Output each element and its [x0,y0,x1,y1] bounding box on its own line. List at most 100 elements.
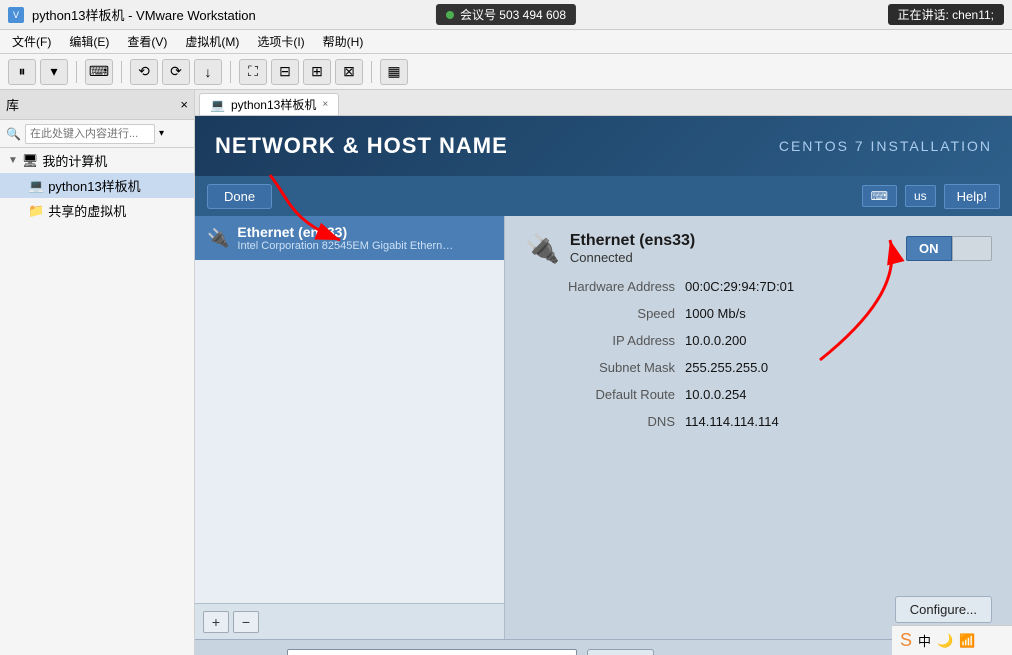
menu-vm[interactable]: 虚拟机(M) [177,31,247,52]
gateway-label: Default Route [525,387,685,402]
tab-vm[interactable]: 💻 python13样板机 × [199,93,339,115]
taskbar: S 中 🌙 📶 [892,625,1012,655]
tab-close-icon[interactable]: × [322,99,328,110]
detail-row-speed: Speed 1000 Mb/s [525,304,992,323]
detail-row-dns: DNS 114.114.114.114 [525,412,992,431]
toolbar-btn-7[interactable]: ⊞ [303,59,331,85]
sidebar-search-bar: 🔍 ▾ [0,120,194,148]
toolbar: ⏸ ▾ ⌨ ⟲ ⟳ ↓ ⛶ ⊟ ⊞ ⊠ ▦ [0,54,1012,90]
vm-icon: V [8,7,24,23]
taskbar-icon-wifi: 📶 [959,633,975,649]
network-item-info: Ethernet (ens33) Intel Corporation 82545… [237,224,492,252]
sidebar-item-shared[interactable]: 📁 共享的虚拟机 [0,198,194,223]
meeting-dot [446,11,454,19]
sidebar-item-shared-label: 共享的虚拟机 [48,201,126,220]
network-list: 🔌 Ethernet (ens33) Intel Corporation 825… [195,216,505,639]
title-bar: V python13样板机 - VMware Workstation 会议号 5… [0,0,1012,30]
keyboard-lang[interactable]: us [905,185,936,207]
taskbar-icon-moon: 🌙 [937,633,953,649]
hw-addr-label: Hardware Address [525,279,685,294]
menu-bar: 文件(F) 编辑(E) 查看(V) 虚拟机(M) 选项卡(I) 帮助(H) [0,30,1012,54]
tab-bar: 💻 python13样板机 × [195,90,1012,116]
network-list-item[interactable]: 🔌 Ethernet (ens33) Intel Corporation 825… [195,216,504,260]
ip-value: 10.0.0.200 [685,333,746,348]
sidebar-header: 库 × [0,90,194,120]
detail-header: 🔌 Ethernet (ens33) Connected ON [525,232,992,265]
toolbar-btn-5[interactable]: ↓ [194,59,222,85]
sidebar-item-vm-label: python13样板机 [48,176,141,195]
speed-label: Speed [525,306,685,321]
toolbar-sep-3 [230,61,231,83]
toolbar-dropdown[interactable]: ▾ [40,59,68,85]
network-item-desc: Intel Corporation 82545EM Gigabit Ethern… [237,240,457,252]
taskbar-icon-chinese: 中 [918,631,931,650]
detail-name: Ethernet (ens33) [570,232,695,250]
sidebar-close-icon[interactable]: × [180,97,188,112]
toggle-on-button[interactable]: ON [906,236,952,261]
speaking-label: 正在讲话: chen11; [898,8,994,22]
content-area: 💻 python13样板机 × NETWORK & HOST NAME CENT… [195,90,1012,655]
title-left: V python13样板机 - VMware Workstation [8,5,256,24]
search-input[interactable] [25,124,155,144]
menu-tabs[interactable]: 选项卡(I) [249,31,312,52]
done-button[interactable]: Done [207,184,272,209]
toolbar-btn-6[interactable]: ⊟ [271,59,299,85]
gateway-value: 10.0.0.254 [685,387,746,402]
toggle-off-button[interactable] [952,236,992,261]
toolbar-pause[interactable]: ⏸ [8,59,36,85]
remove-network-button[interactable]: − [233,611,259,633]
subnet-label: Subnet Mask [525,360,685,375]
subnet-value: 255.255.255.0 [685,360,768,375]
detail-ethernet-icon: 🔌 [525,232,560,265]
vm-item-icon: 💻 [28,178,44,194]
menu-file[interactable]: 文件(F) [4,31,59,52]
network-detail: 🔌 Ethernet (ens33) Connected ON [505,216,1012,639]
keyboard-icon: ⌨ [862,185,897,207]
tab-icon: 💻 [210,98,225,112]
detail-status: Connected [570,250,695,265]
shared-icon: 📁 [28,203,44,219]
toolbar-btn-8[interactable]: ⊠ [335,59,363,85]
speed-value: 1000 Mb/s [685,306,746,321]
ethernet-icon: 🔌 [207,228,229,249]
sidebar-item-vm[interactable]: 💻 python13样板机 [0,173,194,198]
network-item-name: Ethernet (ens33) [237,224,492,240]
dns-label: DNS [525,414,685,429]
toolbar-sep-2 [121,61,122,83]
hostname-bar: Host name: Apply Current host name: loca… [195,639,1012,655]
network-content: 🔌 Ethernet (ens33) Intel Corporation 825… [195,216,1012,639]
dns-value: 114.114.114.114 [685,414,779,429]
tree-expand-icon: ▼ [8,155,18,166]
help-button[interactable]: Help! [944,184,1000,209]
search-dropdown-icon[interactable]: ▾ [159,128,164,139]
window-title: python13样板机 - VMware Workstation [32,5,256,24]
toolbar-btn-9[interactable]: ▦ [380,59,408,85]
detail-name-area: Ethernet (ens33) Connected [570,232,695,265]
configure-button[interactable]: Configure... [895,596,992,623]
menu-help[interactable]: 帮助(H) [315,31,372,52]
toolbar-btn-4[interactable]: ⟳ [162,59,190,85]
sidebar-item-mycomputer[interactable]: ▼ 🖥 我的计算机 [0,148,194,173]
toolbar-send-ctrl-alt-del[interactable]: ⌨ [85,59,113,85]
add-network-button[interactable]: + [203,611,229,633]
speaking-badge: 正在讲话: chen11; [888,4,1004,25]
detail-row-subnet: Subnet Mask 255.255.255.0 [525,358,992,377]
sidebar: 库 × 🔍 ▾ ▼ 🖥 我的计算机 💻 python13样板机 📁 共享的虚拟机 [0,90,195,655]
menu-edit[interactable]: 编辑(E) [61,31,117,52]
search-icon: 🔍 [6,127,21,141]
toolbar-sep-1 [76,61,77,83]
vm-window: V python13样板机 - VMware Workstation 会议号 5… [0,0,1012,655]
sidebar-title: 库 [6,95,19,114]
hw-addr-value: 00:0C:29:94:7D:01 [685,279,794,294]
computer-icon: 🖥 [22,153,39,169]
panel-header: NETWORK & HOST NAME CENTOS 7 INSTALLATIO… [195,116,1012,176]
hostname-input[interactable] [287,649,577,655]
toolbar-btn-3[interactable]: ⟲ [130,59,158,85]
toolbar-sep-4 [371,61,372,83]
apply-button[interactable]: Apply [587,649,654,655]
panel-subtitle-text: CENTOS 7 INSTALLATION [779,138,992,154]
network-list-empty [195,260,504,603]
meeting-label: 会议号 503 494 608 [460,6,566,23]
toolbar-full-screen[interactable]: ⛶ [239,59,267,85]
menu-view[interactable]: 查看(V) [119,31,175,52]
